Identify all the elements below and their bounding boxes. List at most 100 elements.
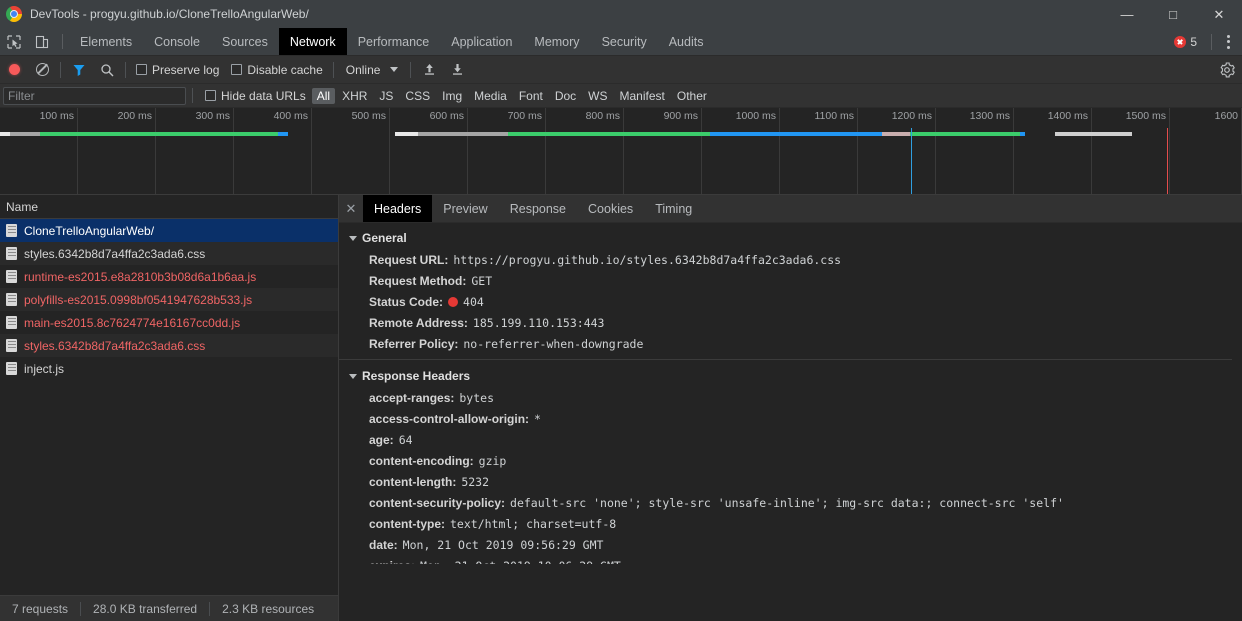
timeline-bar: [710, 132, 882, 136]
header-key: Request Method:: [369, 273, 467, 288]
maximize-button[interactable]: □: [1150, 0, 1196, 28]
tab-response[interactable]: Response: [499, 195, 577, 222]
close-details-icon[interactable]: ✕: [339, 195, 363, 222]
tab-sources[interactable]: Sources: [211, 28, 279, 55]
header-value: text/html; charset=utf-8: [450, 516, 617, 531]
type-filter-font[interactable]: Font: [514, 88, 548, 104]
tab-headers[interactable]: Headers: [363, 195, 433, 222]
tab-security[interactable]: Security: [591, 28, 658, 55]
dom-content-loaded-marker: [911, 128, 912, 194]
type-filter-ws[interactable]: WS: [583, 88, 612, 104]
header-row: date: Mon, 21 Oct 2019 09:56:29 GMT: [339, 534, 1242, 555]
upload-icon: [424, 64, 434, 75]
request-list-header[interactable]: Name: [0, 195, 338, 219]
clear-button[interactable]: [28, 56, 56, 84]
tick-label: 200 ms: [117, 110, 152, 122]
resources-size: 2.3 KB resources: [209, 601, 326, 616]
document-icon: [6, 339, 17, 352]
minimize-button[interactable]: —: [1104, 0, 1150, 28]
tab-audits[interactable]: Audits: [658, 28, 715, 55]
tick-label: 800 ms: [585, 110, 620, 122]
header-row: accept-ranges: bytes: [339, 387, 1242, 408]
table-row[interactable]: inject.js: [0, 357, 338, 380]
disable-cache-checkbox[interactable]: Disable cache: [225, 63, 328, 77]
table-row[interactable]: main-es2015.8c7624774e16167cc0dd.js: [0, 311, 338, 334]
inspect-element-icon[interactable]: [0, 28, 28, 55]
section-title: General: [362, 231, 407, 245]
search-button[interactable]: [93, 56, 121, 84]
tab-performance[interactable]: Performance: [347, 28, 441, 55]
header-value-wrap: 404: [448, 295, 484, 309]
tick-label: 100 ms: [39, 110, 74, 122]
network-toolbar: Preserve log Disable cache Online: [0, 56, 1242, 84]
type-filter-xhr[interactable]: XHR: [337, 88, 372, 104]
tab-memory[interactable]: Memory: [523, 28, 590, 55]
tab-network[interactable]: Network: [278, 28, 347, 55]
table-row[interactable]: styles.6342b8d7a4ffa2c3ada6.css: [0, 242, 338, 265]
header-value: https://progyu.github.io/styles.6342b8d7…: [453, 252, 842, 267]
network-overview[interactable]: 100 ms 200 ms 300 ms 400 ms 500 ms 600 m…: [0, 108, 1242, 195]
tab-elements[interactable]: Elements: [69, 28, 143, 55]
timeline-bar: [910, 132, 1020, 136]
header-row: content-type: text/html; charset=utf-8: [339, 513, 1242, 534]
title-bar: DevTools - progyu.github.io/CloneTrelloA…: [0, 0, 1242, 28]
request-name: CloneTrelloAngularWeb/: [24, 223, 155, 238]
error-count: 5: [1190, 34, 1197, 49]
more-options-icon[interactable]: [1218, 34, 1238, 49]
header-row: access-control-allow-origin: *: [339, 408, 1242, 429]
type-filter-media[interactable]: Media: [469, 88, 512, 104]
close-button[interactable]: ✕: [1196, 0, 1242, 28]
tab-cookies[interactable]: Cookies: [577, 195, 644, 222]
header-row: Request URL: https://progyu.github.io/st…: [339, 249, 1242, 270]
divider: [332, 61, 334, 78]
header-key: expires:: [369, 559, 415, 565]
header-value: bytes: [459, 390, 494, 405]
panel-tabs: Elements Console Sources Network Perform…: [69, 28, 714, 55]
throttling-dropdown[interactable]: Online: [338, 63, 407, 77]
table-row[interactable]: runtime-es2015.e8a2810b3b08d6a1b6aa.js: [0, 265, 338, 288]
settings-button[interactable]: [1218, 61, 1236, 79]
header-value: Mon, 21 Oct 2019 09:56:29 GMT: [402, 537, 604, 552]
header-value: *: [534, 411, 541, 426]
export-har-button[interactable]: [443, 56, 471, 84]
tab-bar-right: 5: [1174, 28, 1242, 55]
timeline-ruler: 100 ms 200 ms 300 ms 400 ms 500 ms 600 m…: [0, 108, 1242, 194]
type-filter-other[interactable]: Other: [672, 88, 712, 104]
header-row: content-security-policy: default-src 'no…: [339, 492, 1242, 513]
error-badge[interactable]: 5: [1174, 35, 1197, 49]
table-row[interactable]: CloneTrelloAngularWeb/: [0, 219, 338, 242]
device-toolbar-icon[interactable]: [28, 28, 56, 55]
type-filter-doc[interactable]: Doc: [550, 88, 581, 104]
tick-label: 1200 ms: [891, 110, 932, 122]
headers-body: General Request URL: https://progyu.gith…: [339, 223, 1242, 621]
document-icon: [6, 362, 17, 375]
tab-application[interactable]: Application: [440, 28, 523, 55]
import-har-button[interactable]: [415, 56, 443, 84]
tab-console[interactable]: Console: [143, 28, 211, 55]
network-status-bar: 7 requests 28.0 KB transferred 2.3 KB re…: [0, 595, 338, 621]
filter-toggle-button[interactable]: [65, 56, 93, 84]
record-button[interactable]: [0, 56, 28, 84]
type-filter-all[interactable]: All: [311, 87, 336, 104]
tab-timing[interactable]: Timing: [644, 195, 703, 222]
hide-data-urls-checkbox[interactable]: Hide data URLs: [199, 89, 312, 103]
tab-preview[interactable]: Preview: [432, 195, 498, 222]
request-rows: CloneTrelloAngularWeb/ styles.6342b8d7a4…: [0, 219, 338, 595]
type-filter-manifest[interactable]: Manifest: [615, 88, 670, 104]
type-filter-img[interactable]: Img: [437, 88, 467, 104]
header-key: accept-ranges:: [369, 390, 455, 405]
type-filter-js[interactable]: JS: [374, 88, 398, 104]
tick-label: 1500 ms: [1125, 110, 1166, 122]
filter-bar: Hide data URLs All XHR JS CSS Img Media …: [0, 84, 1242, 108]
search-icon: [101, 63, 114, 76]
type-filter-css[interactable]: CSS: [400, 88, 435, 104]
timeline-bar: [40, 132, 278, 136]
table-row[interactable]: styles.6342b8d7a4ffa2c3ada6.css: [0, 334, 338, 357]
window-controls: — □ ✕: [1104, 0, 1242, 28]
filter-input[interactable]: [3, 86, 186, 105]
table-row[interactable]: polyfills-es2015.0998bf0541947628b533.js: [0, 288, 338, 311]
preserve-log-checkbox[interactable]: Preserve log: [130, 63, 225, 77]
tick-label: 1000 ms: [735, 110, 776, 122]
general-section-header[interactable]: General: [339, 227, 1242, 249]
response-headers-section-header[interactable]: Response Headers: [339, 365, 1242, 387]
